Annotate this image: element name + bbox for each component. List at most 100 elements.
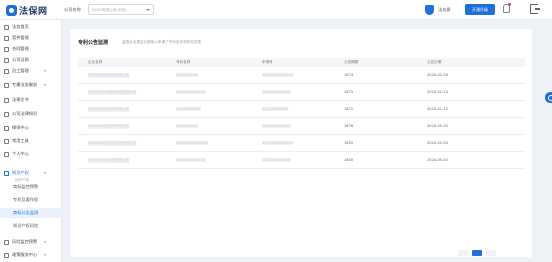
next-page-button[interactable] <box>486 250 496 256</box>
user-icon <box>4 151 9 157</box>
cell-number: 2023XXXXXXXXX <box>262 141 294 145</box>
sidebar-item-policy[interactable]: 政策服务中心 <box>0 250 62 260</box>
sidebar-item-licenses[interactable]: 公司证照 <box>0 55 62 65</box>
sidebar-subitem-label: 商标监控预警 <box>13 184 39 189</box>
company-select-value: XXXX有限公司(示例) <box>92 8 127 12</box>
table-row[interactable]: XXXXXXXX网络科技有限公司 XXXXXXXXXXXX 2022XXXXXX… <box>78 85 525 101</box>
page-button-current[interactable] <box>472 250 482 256</box>
cell-company: XXXXXXXX网络科技有限公司 <box>88 90 137 95</box>
sidebar-item-lawyers[interactable]: 律师中心 <box>0 123 62 133</box>
cell-issue: 1855 <box>344 141 354 145</box>
cell-issue: 1875 <box>344 90 354 94</box>
cell-patent: XXXXXXXXXXXXX <box>176 141 209 145</box>
company-select[interactable]: XXXX有限公司(示例) <box>88 4 154 15</box>
sidebar-item-legal-service[interactable]: 专属法务服务 <box>0 80 62 90</box>
contract-icon <box>4 46 9 52</box>
cell-number: 2023XXXXXXXX <box>262 124 291 128</box>
column-header: 专利名称 <box>176 60 191 64</box>
cell-issue: 1872 <box>344 107 354 111</box>
cell-issue: 1855 <box>344 158 354 162</box>
cell-patent: XXXXXXXXXX <box>176 107 201 111</box>
sidebar-item-employees[interactable]: 员工管理 <box>0 66 62 76</box>
sidebar-subitem-ip-risk[interactable]: 知识产权风险 <box>0 221 62 231</box>
sidebar-item-label: 专属法务服务 <box>12 82 38 87</box>
table-row[interactable]: XXXXXXXX技术有限公司 XXXXXXXXX 2023XXXXXXXX 18… <box>78 119 525 135</box>
cell-date: 2024-01-15 <box>427 107 448 111</box>
sidebar-item-documents[interactable]: 法律文书 <box>0 95 62 105</box>
logo-text: 法保网 <box>19 6 48 17</box>
sidebar-subitem-label: 知识产权风险 <box>13 223 39 228</box>
sidebar-subitem-label: 专利及著作权 <box>13 197 39 202</box>
service-icon <box>4 82 9 88</box>
sidebar-item-label: 公司证照 <box>12 57 29 62</box>
sidebar-item-label: 风险监控预警 <box>12 239 38 244</box>
chevron-down-icon <box>44 254 46 256</box>
sidebar-item-ip[interactable]: 知识产权 <box>0 168 62 178</box>
sidebar-item-label: 知识产权 <box>12 170 29 175</box>
sidebar: 法务首页 案件管理 合同管理 公司证照 员工管理 专属法务服务 法律文书 公司法… <box>0 20 62 262</box>
table-row[interactable]: XXXXXXXX科技有限公司 XXXXXXXXX 2021XXXXXXXXX 1… <box>78 68 525 84</box>
column-header: 公告期数 <box>344 60 359 64</box>
case-icon <box>4 35 9 41</box>
sidebar-subitem-label: 商标公告监测 <box>13 210 39 215</box>
table-row[interactable]: XXXXXXXX电子科技有限公司 XXXXXXXXXXXXX 2023XXXXX… <box>78 136 525 152</box>
sidebar-item-label: 案件管理 <box>12 35 29 40</box>
column-header: 公告日期 <box>427 60 442 64</box>
sidebar-item-label: 公司法律知识 <box>12 111 38 116</box>
cell-company: XXXXXXXX科技有限公司 <box>88 158 130 163</box>
tool-icon <box>4 138 9 144</box>
cell-patent: XXXXXXXXX <box>176 124 199 128</box>
sidebar-item-home[interactable]: 法务首页 <box>0 22 62 32</box>
document-icon <box>4 97 9 103</box>
sidebar-item-profile[interactable]: 个人中心 <box>0 149 62 159</box>
ip-icon <box>4 170 9 176</box>
page-title: 专利公告监测 <box>78 40 109 46</box>
sidebar-item-label: 个人中心 <box>12 151 29 156</box>
cell-company: XXXXXXXX科技有限公司 <box>88 107 130 112</box>
sidebar-item-label: 律师中心 <box>12 125 29 130</box>
sidebar-item-knowledge[interactable]: 公司法律知识 <box>0 109 62 119</box>
cell-patent: XXXXXXXXXXXX <box>176 90 206 94</box>
shield-label[interactable]: 法务盾 <box>438 7 451 13</box>
sidebar-item-label: 常用工具 <box>12 138 29 143</box>
sidebar-item-cases[interactable]: 案件管理 <box>0 33 62 43</box>
cell-issue: 1876 <box>344 124 354 128</box>
top-bar: 法保网 公司名称 XXXX有限公司(示例) 法务盾 开通升级 <box>0 0 552 20</box>
cell-number: 2022XXXXXXXX <box>262 158 291 162</box>
sidebar-subitem-patent-copyright[interactable]: 专利及著作权 <box>0 195 62 205</box>
chevron-down-icon <box>146 9 150 11</box>
sidebar-item-label: 政策服务中心 <box>12 252 38 257</box>
upgrade-button[interactable]: 开通升级 <box>465 4 495 15</box>
chevron-up-icon <box>44 172 46 174</box>
sidebar-subitem-trademark-warning[interactable]: 商标监控预警 <box>0 182 62 192</box>
logo[interactable]: 法保网 <box>6 4 48 17</box>
sidebar-subitem-announcement-monitor[interactable]: 商标公告监测 <box>0 208 62 218</box>
cell-date: 2024-05-30 <box>427 124 448 128</box>
sidebar-item-label: 员工管理 <box>12 68 29 73</box>
sidebar-item-tools[interactable]: 常用工具 <box>0 136 62 146</box>
sidebar-item-contracts[interactable]: 合同管理 <box>0 44 62 54</box>
shield-icon[interactable] <box>425 5 434 15</box>
prev-page-button[interactable] <box>458 250 468 256</box>
lawyer-icon <box>4 125 9 131</box>
column-header: 申请号 <box>262 60 273 64</box>
table-row[interactable]: XXXXXXXX科技有限公司 XXXXXXXXXX 2021XXXXXXX 18… <box>78 102 525 118</box>
chevron-down-icon <box>44 70 46 72</box>
sidebar-item-label: 法务首页 <box>12 24 29 29</box>
home-icon <box>4 24 9 30</box>
sidebar-item-label: 法律文书 <box>12 97 29 102</box>
cell-company: XXXXXXXX电子科技有限公司 <box>88 141 137 146</box>
page-subtitle: 监测企业是否已被他人申请了专利及专利状态变更 <box>122 40 202 44</box>
sidebar-item-label: 合同管理 <box>12 46 29 51</box>
column-header: 企业名称 <box>88 60 103 64</box>
table-row[interactable]: XXXXXXXX科技有限公司 XXXXXXXXXXXX 2022XXXXXXXX… <box>78 153 525 169</box>
cell-date: 2024-05-30 <box>427 158 448 162</box>
help-icon[interactable] <box>545 92 552 103</box>
logout-icon[interactable] <box>530 4 540 14</box>
pagination <box>458 250 496 256</box>
cell-patent: XXXXXXXXX <box>176 73 199 77</box>
sidebar-item-risk-monitor[interactable]: 风险监控预警 <box>0 237 62 247</box>
chevron-down-icon <box>44 84 46 86</box>
license-icon <box>4 57 9 63</box>
cell-company: XXXXXXXX科技有限公司 <box>88 73 130 78</box>
